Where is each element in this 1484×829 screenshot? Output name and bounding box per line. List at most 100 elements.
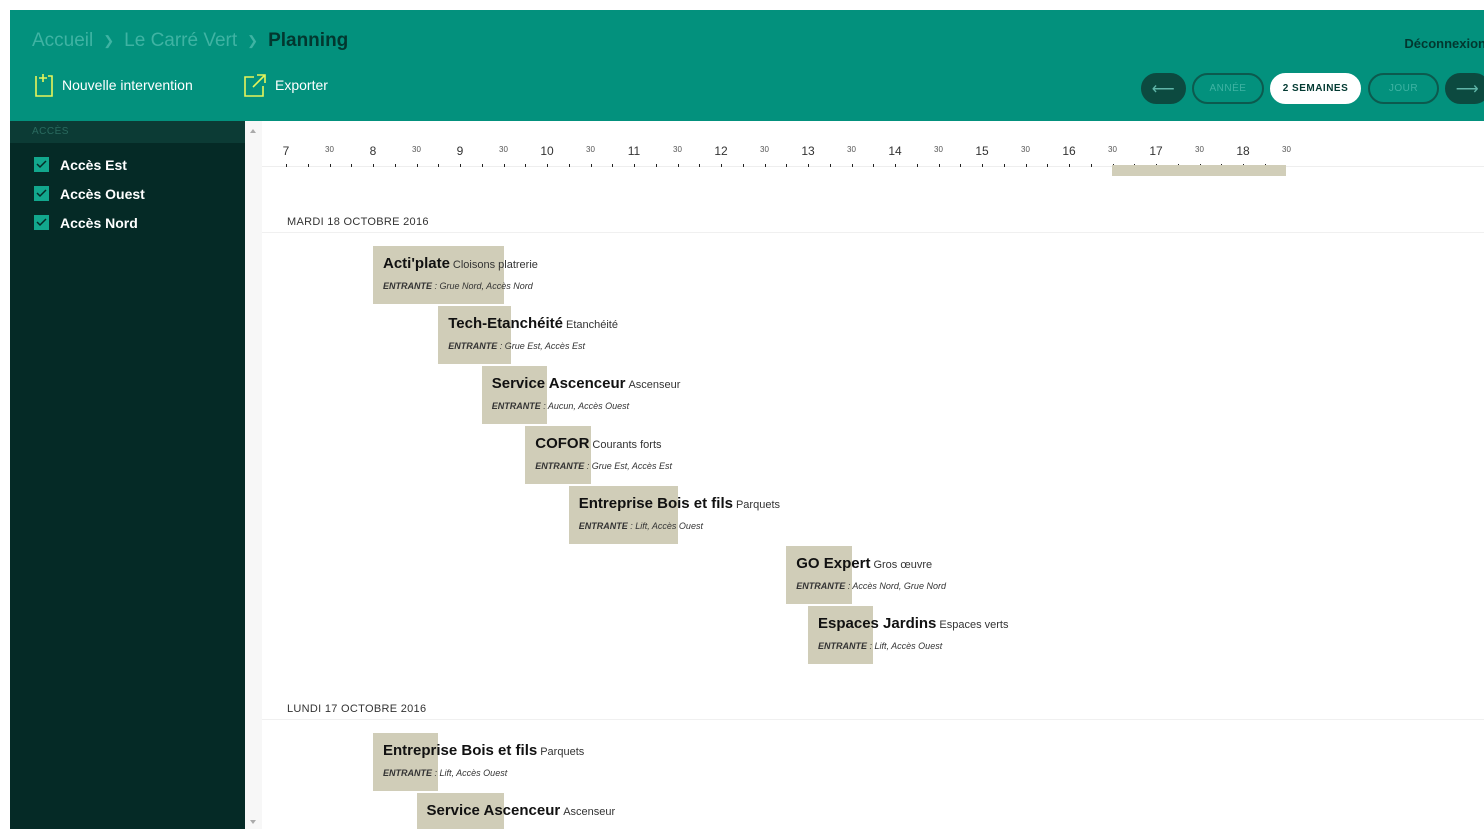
new-intervention-button[interactable]: Nouvelle intervention: [34, 72, 193, 98]
time-tick: [916, 164, 918, 167]
time-tick: [960, 164, 962, 167]
company-name: Tech-Etanchéité: [448, 315, 563, 332]
time-tick: [329, 164, 331, 167]
time-tick: [547, 164, 548, 167]
access-sidebar: ACCÈS Accès Est Accès Ouest Accès Nord: [10, 121, 245, 829]
view-day-button[interactable]: JOUR: [1368, 73, 1439, 104]
export-button[interactable]: Exporter: [243, 72, 328, 98]
checkbox-checked-icon[interactable]: [34, 186, 49, 201]
time-tick: [721, 164, 722, 167]
company-name: Service Ascenceur: [426, 802, 561, 819]
intervention-type: ENTRANTE: [383, 281, 432, 291]
top-header: Accueil ❯ Le Carré Vert ❯ Planning Décon…: [10, 10, 1484, 121]
intervention-title: COFOR Courants forts: [535, 435, 661, 453]
intervention-bar[interactable]: COFOR Courants forts ENTRANTE : Grue Est, …: [525, 426, 672, 484]
time-tick: [938, 164, 940, 167]
time-label: 30: [1282, 145, 1291, 154]
new-document-icon: [34, 72, 54, 98]
time-tick: [307, 164, 309, 167]
arrow-left-icon: ⟵: [1151, 80, 1176, 98]
intervention-bar[interactable]: Service Ascenceur Ascenseur ENTRANTE : Auc…: [481, 366, 680, 424]
breadcrumb-separator-icon: ❯: [103, 33, 115, 48]
company-name: Entreprise Bois et fils: [578, 495, 733, 512]
time-tick: [612, 164, 614, 167]
intervention-title: Entreprise Bois et fils Parquets: [383, 742, 584, 760]
intervention-type: ENTRANTE: [818, 641, 867, 651]
intervention-title: Service Ascenceur Ascenseur: [427, 802, 616, 820]
checkbox-checked-icon[interactable]: [34, 157, 49, 172]
intervention-bar[interactable]: Service AscenceurAscenseurENTRANTE : Gru…: [416, 793, 615, 829]
sidebar-item-acces-ouest[interactable]: Accès Ouest: [10, 179, 245, 208]
time-tick: [982, 164, 983, 167]
checkbox-checked-icon[interactable]: [34, 215, 49, 230]
intervention-type: ENTRANTE: [448, 341, 498, 351]
time-tick: [655, 164, 657, 167]
time-label: 30: [934, 145, 943, 154]
time-tick: [764, 164, 766, 167]
logout-link[interactable]: Déconnexion: [1404, 36, 1484, 51]
sidebar-item-acces-nord[interactable]: Accès Nord: [10, 208, 245, 237]
view-two-weeks-button[interactable]: 2 SEMAINES: [1270, 73, 1361, 104]
time-label: 30: [1108, 145, 1117, 154]
scroll-up-icon[interactable]: [250, 129, 256, 133]
export-label: Exporter: [275, 77, 328, 93]
page-title: Planning: [268, 30, 349, 51]
time-label: 12: [714, 144, 728, 158]
time-tick: [634, 164, 635, 167]
trade-label: Courants forts: [592, 439, 662, 451]
intervention-bar-partial[interactable]: [1112, 165, 1286, 176]
intervention-resources: : Grue Est, Accès Est: [497, 341, 585, 351]
company-name: Service Ascenceur: [491, 375, 626, 392]
time-tick: [677, 164, 679, 167]
intervention-bar[interactable]: Tech-Etanchéité Etanchéité ENTRANTE : Grue…: [438, 306, 618, 364]
trade-label: Ascenseur: [563, 806, 616, 818]
intervention-type: ENTRANTE: [578, 521, 628, 531]
arrow-right-icon: ⟶: [1455, 80, 1480, 98]
breadcrumb-home-link[interactable]: Accueil: [32, 30, 93, 52]
trade-label: Ascenseur: [628, 379, 681, 391]
time-label: 30: [760, 145, 769, 154]
sidebar-item-acces-est[interactable]: Accès Est: [10, 150, 245, 179]
time-label: 17: [1149, 144, 1163, 158]
day-title: MARDI 18 OCTOBRE 2016: [287, 216, 429, 228]
next-period-button[interactable]: ⟶: [1445, 73, 1484, 104]
intervention-type: ENTRANTE: [491, 401, 541, 411]
sidebar-item-label: Accès Est: [60, 156, 127, 173]
day-title: LUNDI 17 OCTOBRE 2016: [287, 703, 427, 715]
time-scale: 7 30 8 30 9 30 10 30 11 30 12 30 13 30 14 30 15 30 16 30 17 3…: [262, 121, 1484, 167]
intervention-resources: : Accès Nord, Grue Nord: [845, 581, 946, 591]
scroll-down-icon[interactable]: [250, 820, 256, 824]
intervention-bar[interactable]: Espaces Jardins Espaces verts ENTRANTE : L…: [808, 606, 1009, 664]
app-frame: Accueil ❯ Le Carré Vert ❯ Planning Décon…: [10, 10, 1484, 829]
time-tick: [460, 164, 461, 167]
time-tick: [525, 164, 527, 167]
time-label: 30: [1021, 145, 1030, 154]
time-label: 7: [282, 144, 290, 158]
time-tick: [851, 164, 853, 167]
sidebar-item-label: Accès Ouest: [60, 185, 145, 202]
view-year-button[interactable]: ANNÉE: [1192, 73, 1264, 104]
intervention-type: ENTRANTE: [535, 461, 585, 471]
time-tick: [786, 164, 788, 167]
intervention-bar[interactable]: Entreprise Bois et fils Parquets ENTRANTE …: [568, 486, 780, 544]
intervention-bar[interactable]: GO Expert Gros œuvre ENTRANTE : Accès Nord…: [786, 546, 946, 604]
intervention-details: ENTRANTE : Lift, Accès Ouest: [383, 768, 507, 778]
trade-label: Etanchéité: [566, 319, 618, 331]
company-name: GO Expert: [796, 555, 871, 572]
trade-label: Parquets: [735, 499, 780, 511]
time-label: 15: [975, 144, 989, 158]
intervention-title: Acti'plate Cloisons platrerie: [383, 255, 538, 273]
intervention-bar[interactable]: Acti'plate Cloisons platrerie ENTRANTE : G…: [373, 246, 538, 304]
intervention-resources: : Grue Nord, Accès Nord: [432, 281, 533, 291]
breadcrumb-project-link[interactable]: Le Carré Vert: [124, 30, 237, 52]
intervention-bar[interactable]: Entreprise Bois et fils Parquets ENTRANTE …: [373, 733, 584, 791]
breadcrumb: Accueil ❯ Le Carré Vert ❯ Planning: [32, 30, 348, 52]
previous-period-button[interactable]: ⟵: [1141, 73, 1186, 104]
intervention-details: ENTRANTE : Aucun, Accès Ouest: [492, 401, 629, 411]
time-tick: [286, 164, 287, 167]
trade-label: Gros œuvre: [873, 559, 933, 571]
time-label: 10: [540, 144, 554, 158]
intervention-type: ENTRANTE: [383, 768, 432, 778]
vertical-scrollbar[interactable]: [245, 121, 262, 829]
trade-label: Cloisons platrerie: [452, 259, 538, 271]
